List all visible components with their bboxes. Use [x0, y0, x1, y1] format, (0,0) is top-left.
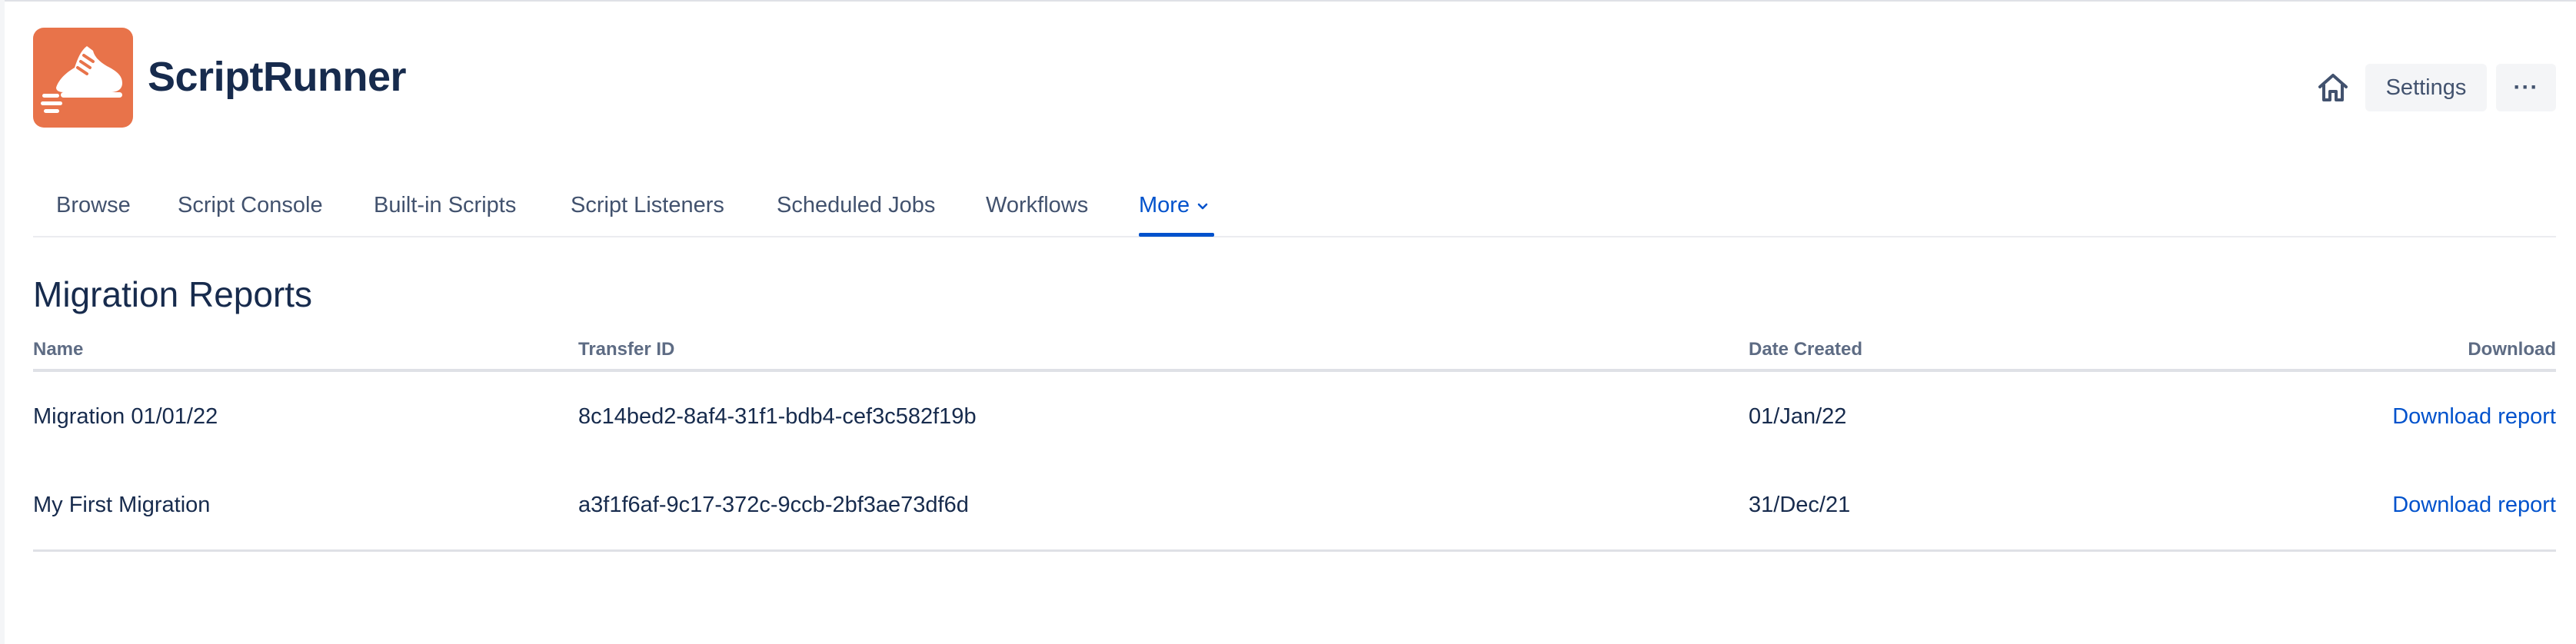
active-tab-indicator [1139, 233, 1214, 237]
column-header-name[interactable]: Name [33, 338, 83, 361]
column-header-date-created[interactable]: Date Created [1749, 338, 1862, 361]
column-header-transfer-id[interactable]: Transfer ID [578, 338, 674, 361]
cell-transfer-id: a3f1f6af-9c17-372c-9ccb-2bf3ae73df6d [578, 493, 969, 517]
tab-workflows[interactable]: Workflows [986, 173, 1088, 237]
top-border [0, 0, 2576, 2]
cell-date-created: 01/Jan/22 [1749, 404, 1847, 429]
running-shoe-icon [41, 46, 122, 113]
table-bottom-divider [33, 549, 2556, 552]
tab-more[interactable]: More [1139, 173, 1210, 237]
tab-more-label: More [1139, 193, 1190, 217]
table-header-divider [33, 369, 2556, 372]
tab-built-in-scripts[interactable]: Built-in Scripts [374, 173, 516, 237]
cell-transfer-id: 8c14bed2-8af4-31f1-bdb4-cef3c582f19b [578, 404, 977, 429]
download-report-link[interactable]: Download report [2325, 491, 2556, 519]
more-actions-button[interactable]: ··· [2496, 64, 2556, 111]
cell-name: Migration 01/01/22 [33, 404, 218, 429]
tab-script-console[interactable]: Script Console [178, 173, 323, 237]
column-header-download: Download [2468, 339, 2556, 360]
home-button[interactable] [2310, 65, 2356, 111]
tab-scheduled-jobs[interactable]: Scheduled Jobs [777, 173, 935, 237]
download-report-link[interactable]: Download report [2325, 403, 2556, 430]
app-title: ScriptRunner [148, 54, 407, 100]
tab-script-listeners[interactable]: Script Listeners [571, 173, 724, 237]
settings-button[interactable]: Settings [2365, 64, 2487, 111]
nav-divider [33, 236, 2556, 237]
app-logo[interactable] [33, 28, 133, 128]
cell-name: My First Migration [33, 493, 211, 517]
home-icon [2318, 74, 2348, 101]
cell-date-created: 31/Dec/21 [1749, 493, 1851, 517]
chevron-down-icon [1196, 174, 1210, 238]
left-border [0, 0, 5, 644]
page-title: Migration Reports [33, 274, 313, 314]
tab-browse[interactable]: Browse [56, 173, 131, 237]
